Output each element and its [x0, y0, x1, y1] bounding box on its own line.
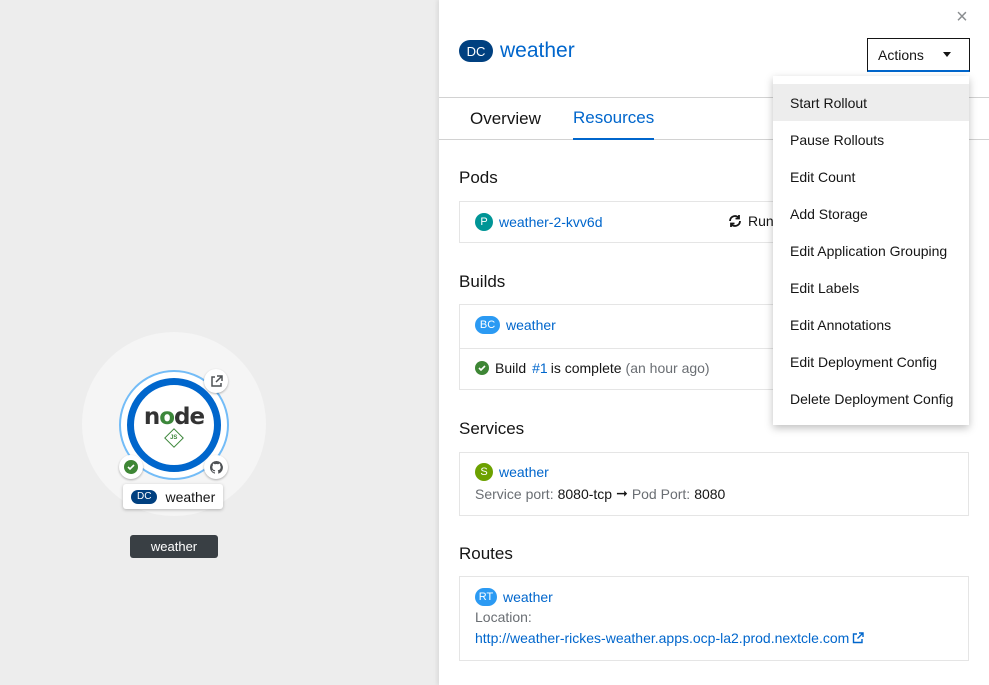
routes-section-title: Routes — [459, 544, 513, 563]
list-item: S weather — [475, 463, 549, 481]
dc-badge: DC — [131, 489, 158, 504]
node-label[interactable]: DC weather — [123, 484, 224, 509]
menu-item-start-rollout[interactable]: Start Rollout — [773, 84, 969, 121]
pod-port-label: Pod Port: — [631, 485, 691, 502]
build-config-link[interactable]: weather — [506, 317, 556, 333]
page-title: DC weather — [459, 39, 575, 63]
nodejs-logo-text: node — [143, 403, 205, 430]
build-time: (an hour ago) — [625, 360, 710, 376]
build-number-link[interactable]: #1 — [532, 360, 548, 376]
list-item: BC weather — [475, 316, 556, 334]
build-row: Build #1 is complete (an hour ago) — [475, 360, 710, 376]
builds-section-title: Builds — [459, 272, 506, 291]
menu-item-edit-application-grouping[interactable]: Edit Application Grouping — [773, 232, 969, 269]
dc-badge: DC — [459, 40, 493, 62]
actions-menu: Start Rollout Pause Rollouts Edit Count … — [773, 76, 969, 425]
topology-canvas[interactable]: node JS DC weather weather — [0, 0, 439, 685]
bc-badge: BC — [475, 316, 500, 334]
close-icon[interactable]: × — [953, 6, 971, 28]
tab-overview[interactable]: Overview — [470, 98, 541, 140]
build-prefix: Build — [495, 360, 527, 376]
menu-item-edit-annotations[interactable]: Edit Annotations — [773, 306, 969, 343]
pod-port-value: 8080 — [694, 485, 726, 502]
services-section-title: Services — [459, 419, 525, 438]
route-url-row: http://weather-rickes-weather.apps.ocp-l… — [475, 630, 864, 646]
menu-item-edit-deployment-config[interactable]: Edit Deployment Config — [773, 343, 969, 380]
service-port-row: Service port: 8080-tcp ➞ Pod Port: 8080 — [475, 485, 725, 502]
check-circle-icon — [475, 361, 489, 375]
pods-section-title: Pods — [459, 168, 498, 187]
sync-icon — [729, 215, 741, 227]
menu-item-edit-count[interactable]: Edit Count — [773, 158, 969, 195]
routes-card: RT weather Location: http://weather-rick… — [459, 576, 969, 661]
node-name: weather — [165, 488, 216, 505]
route-link[interactable]: weather — [503, 589, 553, 605]
menu-item-pause-rollouts[interactable]: Pause Rollouts — [773, 121, 969, 158]
menu-item-edit-labels[interactable]: Edit Labels — [773, 269, 969, 306]
services-card: S weather Service port: 8080-tcp ➞ Pod P… — [459, 452, 969, 516]
service-badge: S — [475, 463, 493, 481]
list-item: P weather-2-kvv6d — [475, 213, 603, 231]
service-port-value: 8080-tcp — [557, 485, 613, 502]
build-status: is complete — [550, 360, 622, 376]
arrow-right-icon: ➞ — [616, 485, 628, 501]
application-group-label[interactable]: weather — [130, 535, 218, 558]
route-url-link[interactable]: http://weather-rickes-weather.apps.ocp-l… — [475, 630, 849, 646]
actions-label: Actions — [878, 46, 924, 63]
external-link-icon[interactable] — [852, 632, 864, 644]
list-item: RT weather — [475, 588, 553, 606]
route-badge: RT — [475, 588, 497, 606]
pod-link[interactable]: weather-2-kvv6d — [499, 214, 603, 230]
caret-down-icon — [943, 52, 951, 57]
open-url-icon[interactable] — [204, 369, 228, 393]
menu-item-delete-deployment-config[interactable]: Delete Deployment Config — [773, 380, 969, 417]
build-status-icon[interactable] — [119, 455, 143, 479]
resource-name: weather — [500, 39, 575, 62]
menu-item-add-storage[interactable]: Add Storage — [773, 195, 969, 232]
js-hexagon-icon: JS — [164, 427, 184, 448]
tab-resources[interactable]: Resources — [573, 98, 655, 140]
service-port-label: Service port: — [475, 485, 554, 502]
service-link[interactable]: weather — [499, 464, 549, 480]
pod-badge: P — [475, 213, 493, 231]
github-icon[interactable] — [204, 455, 228, 479]
route-location-label: Location: — [475, 609, 532, 625]
actions-button[interactable]: Actions — [867, 38, 970, 72]
